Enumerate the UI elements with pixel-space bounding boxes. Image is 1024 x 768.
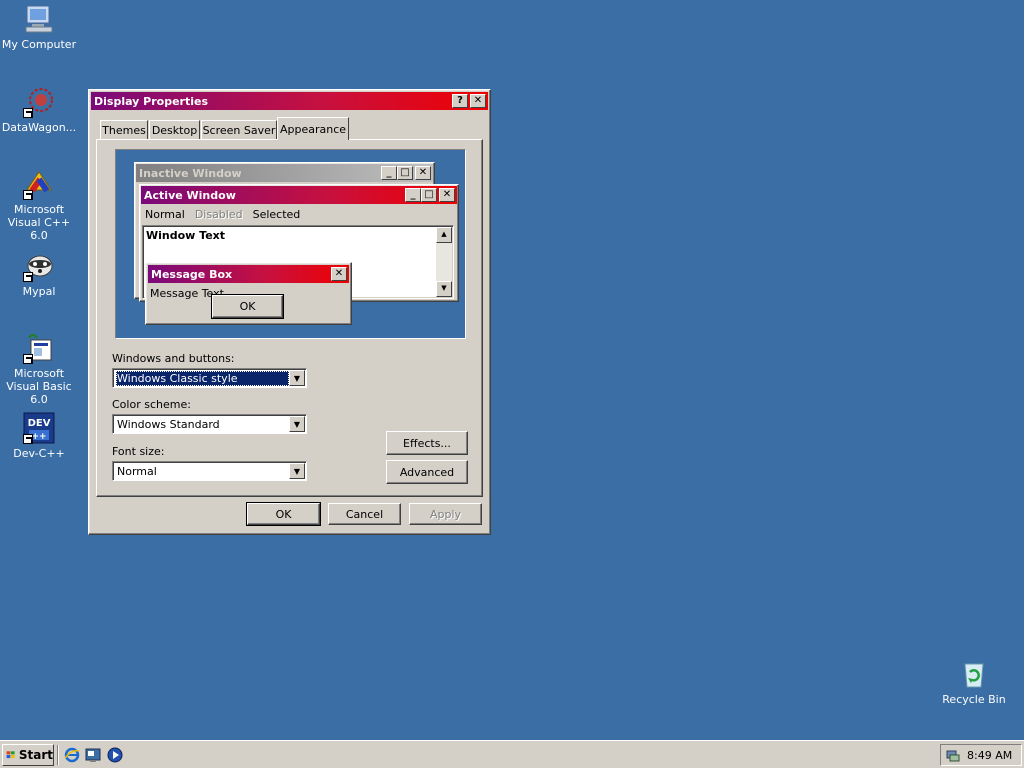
close-button[interactable]: ✕ [470, 94, 486, 108]
close-icon: ✕ [439, 188, 455, 202]
tab-themes[interactable]: Themes [100, 120, 148, 140]
effects-button[interactable]: Effects... [386, 431, 468, 455]
preview-inactive-titlebar: Inactive Window _ □ ✕ [136, 164, 433, 182]
shortcut-arrow-icon [23, 108, 33, 118]
font-size-select[interactable]: Normal ▼ [112, 461, 307, 481]
media-player-icon[interactable] [107, 747, 123, 763]
cancel-button[interactable]: Cancel [328, 503, 401, 525]
desktop-icon-label: Recycle Bin [942, 693, 1006, 706]
network-icon[interactable] [945, 747, 961, 763]
help-button[interactable]: ? [452, 94, 468, 108]
preview-menu-normal: Normal [145, 207, 185, 221]
preview-active-titlebar: Active Window _ □ ✕ [141, 186, 457, 204]
scroll-up-arrow-icon: ▲ [436, 227, 452, 243]
desktop-icon-label: Dev-C++ [13, 447, 65, 460]
datawagon-icon [23, 86, 55, 118]
tab-appearance[interactable]: Appearance [277, 117, 349, 140]
chevron-down-icon[interactable]: ▼ [289, 370, 305, 386]
font-size-label: Font size: [112, 445, 165, 458]
preview-window-text: Window Text [146, 229, 226, 242]
minimize-icon: _ [405, 188, 421, 202]
desktop-icon-label: My Computer [1, 38, 77, 51]
preview-msgbox-ok-button: OK [211, 294, 284, 319]
maximize-icon: □ [397, 166, 413, 180]
font-size-value: Normal [117, 464, 157, 478]
svg-text:++: ++ [31, 432, 46, 442]
windows-buttons-value: Windows Classic style [116, 370, 289, 386]
preview-inactive-title: Inactive Window [139, 166, 242, 180]
close-icon: ✕ [331, 267, 347, 281]
dialog-title: Display Properties [94, 94, 209, 108]
quick-launch-divider [57, 745, 59, 765]
minimize-icon: _ [381, 166, 397, 180]
desktop-icon-datawagon[interactable]: DataWagon... [0, 86, 78, 134]
preview-message-box: Message Box ✕ Message Text OK [145, 262, 352, 325]
color-scheme-label: Color scheme: [112, 398, 191, 411]
visual-cpp-icon [23, 168, 55, 200]
desktop-icon-recycle-bin[interactable]: Recycle Bin [935, 658, 1013, 706]
preview-msgbox-titlebar: Message Box ✕ [148, 265, 349, 283]
shortcut-arrow-icon [23, 434, 33, 444]
windows-buttons-select[interactable]: Windows Classic style ▼ [112, 368, 307, 388]
appearance-preview: Inactive Window _ □ ✕ Active Window _ □ … [115, 149, 466, 339]
preview-active-title: Active Window [144, 188, 236, 202]
close-icon: ✕ [415, 166, 431, 180]
ok-button[interactable]: OK [246, 502, 321, 526]
preview-menubar: Normal Disabled Selected [140, 205, 458, 223]
shortcut-arrow-icon [23, 354, 33, 364]
desktop-icon-visual-basic[interactable]: Microsoft Visual Basic 6.0 [0, 332, 78, 406]
scroll-down-arrow-icon: ▼ [436, 281, 452, 297]
preview-menu-selected: Selected [252, 207, 301, 221]
internet-explorer-icon[interactable] [64, 747, 80, 763]
tab-desktop[interactable]: Desktop [149, 120, 200, 140]
desktop-icon-label: Microsoft Visual C++ 6.0 [7, 203, 71, 242]
start-button[interactable]: Start [2, 744, 54, 766]
svg-text:DEV: DEV [28, 418, 51, 429]
desktop-icon-label: Microsoft Visual Basic 6.0 [6, 367, 72, 406]
mypal-raccoon-icon [23, 250, 55, 282]
chevron-down-icon[interactable]: ▼ [289, 463, 305, 479]
shortcut-arrow-icon [23, 190, 33, 200]
maximize-icon: □ [421, 188, 437, 202]
visual-basic-icon [23, 332, 55, 364]
desktop-icon-dev-cpp[interactable]: DEV ++ Dev-C++ [0, 412, 78, 460]
apply-button[interactable]: Apply [409, 503, 482, 525]
desktop-icon-mypal[interactable]: Mypal [0, 250, 78, 298]
show-desktop-icon[interactable] [85, 747, 101, 763]
dialog-titlebar[interactable]: Display Properties ? ✕ [91, 92, 488, 110]
my-computer-icon [23, 3, 55, 35]
preview-menu-disabled: Disabled [194, 207, 243, 221]
preview-msgbox-title: Message Box [151, 267, 233, 281]
chevron-down-icon[interactable]: ▼ [289, 416, 305, 432]
tab-screen-saver[interactable]: Screen Saver [201, 120, 277, 140]
windows-logo-icon [6, 751, 15, 759]
taskbar: Start 8:49 AM [0, 740, 1024, 768]
system-tray: 8:49 AM [940, 744, 1022, 766]
desktop-icon-label: Mypal [22, 285, 56, 298]
color-scheme-value: Windows Standard [117, 417, 220, 431]
color-scheme-select[interactable]: Windows Standard ▼ [112, 414, 307, 434]
desktop-icon-my-computer[interactable]: My Computer [0, 3, 78, 51]
advanced-button[interactable]: Advanced [386, 460, 468, 484]
desktop-icon-label: DataWagon... [1, 121, 77, 134]
preview-scrollbar: ▲ ▼ [436, 227, 452, 297]
desktop-icon-visual-cpp[interactable]: Microsoft Visual C++ 6.0 [0, 168, 78, 242]
recycle-bin-icon [958, 658, 990, 690]
start-label: Start [18, 748, 53, 762]
windows-buttons-label: Windows and buttons: [112, 352, 235, 365]
dev-cpp-icon: DEV ++ [23, 412, 55, 444]
shortcut-arrow-icon [23, 272, 33, 282]
clock[interactable]: 8:49 AM [967, 749, 1012, 762]
